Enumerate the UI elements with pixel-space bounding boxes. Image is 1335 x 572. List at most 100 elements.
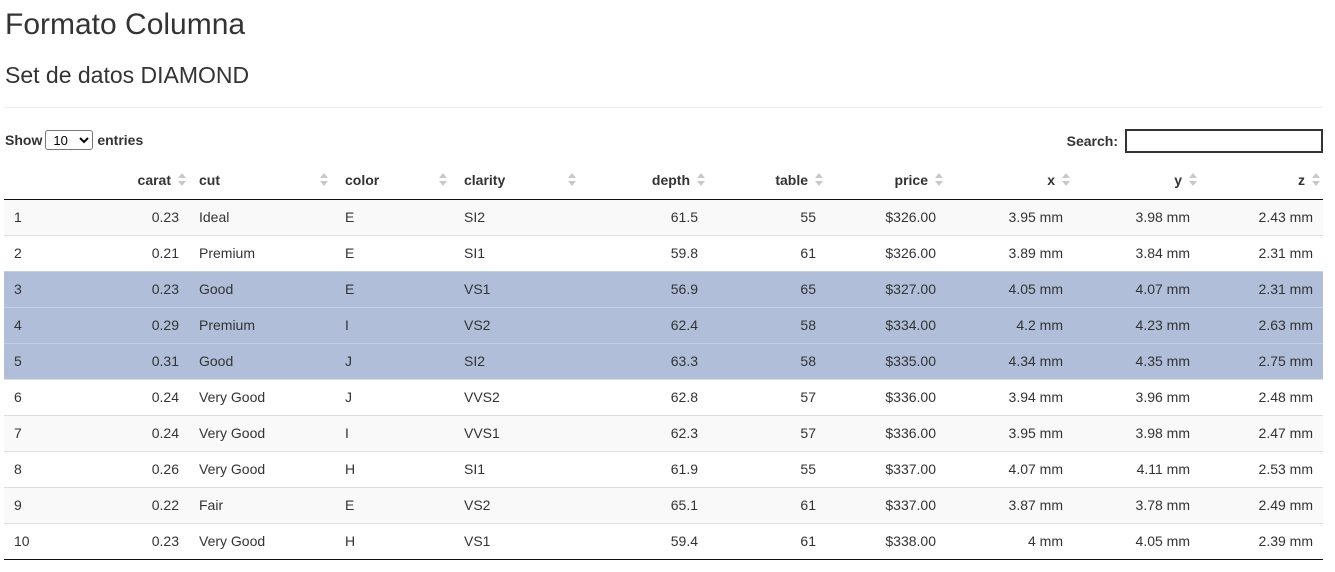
page-subtitle: Set de datos DIAMOND	[5, 62, 250, 88]
cell-carat: 0.23	[74, 270, 189, 307]
cell-table: 55	[708, 199, 826, 235]
table-row[interactable]: 4 0.29 Premium I VS2 62.4 58 $334.00 4.2 mm 4.23 …	[4, 306, 1323, 343]
column-header-x[interactable]: x	[946, 161, 1073, 200]
cell-clarity: VS2	[454, 306, 583, 343]
cell-clarity: SI2	[454, 199, 583, 235]
cell-y: 4.23 mm	[1073, 306, 1200, 343]
cell-z: 2.31 mm	[1200, 234, 1323, 271]
entries-label: entries	[97, 132, 144, 148]
cell-cut: Very Good	[189, 414, 335, 451]
cell-color: E	[335, 199, 454, 235]
cell-depth: 59.8	[583, 234, 708, 271]
column-header-clarity[interactable]: clarity	[454, 161, 583, 200]
cell-cut: Good	[189, 270, 335, 307]
column-header-carat[interactable]: carat	[74, 161, 189, 200]
column-header-index[interactable]	[4, 161, 74, 200]
cell-depth: 62.8	[583, 378, 708, 415]
table-row[interactable]: 7 0.24 Very Good I VVS1 62.3 57 $336.00 3.95 mm 3…	[4, 414, 1323, 451]
cell-y: 4.11 mm	[1073, 450, 1200, 487]
sort-icon	[697, 173, 705, 187]
cell-y: 4.35 mm	[1073, 342, 1200, 379]
cell-z: 2.48 mm	[1200, 378, 1323, 415]
cell-color: J	[335, 378, 454, 415]
cell-color: H	[335, 450, 454, 487]
cell-z: 2.49 mm	[1200, 486, 1323, 523]
cell-price: $327.00	[826, 270, 946, 307]
cell-carat: 0.23	[74, 522, 189, 560]
cell-color: E	[335, 270, 454, 307]
cell-id: 8	[4, 450, 74, 487]
sort-icon	[935, 173, 943, 187]
cell-price: $335.00	[826, 342, 946, 379]
cell-color: J	[335, 342, 454, 379]
search-label: Search:	[1066, 133, 1118, 149]
table-row[interactable]: 3 0.23 Good E VS1 56.9 65 $327.00 4.05 mm 4.07 mm…	[4, 270, 1323, 307]
cell-cut: Good	[189, 342, 335, 379]
cell-y: 3.98 mm	[1073, 199, 1200, 235]
cell-clarity: VVS1	[454, 414, 583, 451]
cell-id: 3	[4, 270, 74, 307]
cell-color: I	[335, 414, 454, 451]
cell-carat: 0.22	[74, 486, 189, 523]
cell-table: 57	[708, 378, 826, 415]
cell-table: 61	[708, 234, 826, 271]
column-header-y[interactable]: y	[1073, 161, 1200, 200]
column-header-depth[interactable]: depth	[583, 161, 708, 200]
table-row[interactable]: 2 0.21 Premium E SI1 59.8 61 $326.00 3.89 mm 3.84…	[4, 234, 1323, 271]
table-row[interactable]: 10 0.23 Very Good H VS1 59.4 61 $338.00 4 mm 4.05…	[4, 522, 1323, 560]
search-input[interactable]	[1125, 129, 1323, 153]
cell-price: $337.00	[826, 486, 946, 523]
cell-depth: 62.4	[583, 306, 708, 343]
column-header-z[interactable]: z	[1200, 161, 1323, 200]
table-header-row: carat cut color clarity depth table pric…	[4, 161, 1323, 200]
cell-clarity: SI1	[454, 450, 583, 487]
cell-clarity: VS1	[454, 522, 583, 560]
divider	[4, 107, 1323, 108]
cell-z: 2.43 mm	[1200, 199, 1323, 235]
table-row[interactable]: 5 0.31 Good J SI2 63.3 58 $335.00 4.34 mm 4.35 mm…	[4, 342, 1323, 379]
cell-x: 4.2 mm	[946, 306, 1073, 343]
cell-price: $326.00	[826, 234, 946, 271]
cell-id: 10	[4, 522, 74, 560]
cell-cut: Very Good	[189, 522, 335, 560]
cell-price: $334.00	[826, 306, 946, 343]
cell-cut: Very Good	[189, 378, 335, 415]
cell-table: 55	[708, 450, 826, 487]
cell-y: 3.84 mm	[1073, 234, 1200, 271]
table-row[interactable]: 6 0.24 Very Good J VVS2 62.8 57 $336.00 3.94 mm 3…	[4, 378, 1323, 415]
sort-icon	[1189, 173, 1197, 187]
cell-color: E	[335, 234, 454, 271]
cell-id: 9	[4, 486, 74, 523]
search-control: Search:	[1067, 129, 1323, 153]
cell-depth: 63.3	[583, 342, 708, 379]
cell-table: 58	[708, 342, 826, 379]
cell-x: 3.87 mm	[946, 486, 1073, 523]
cell-y: 4.07 mm	[1073, 270, 1200, 307]
page-title: Formato Columna	[5, 8, 246, 41]
cell-depth: 59.4	[583, 522, 708, 560]
cell-x: 4.05 mm	[946, 270, 1073, 307]
cell-price: $336.00	[826, 414, 946, 451]
cell-y: 3.78 mm	[1073, 486, 1200, 523]
cell-table: 65	[708, 270, 826, 307]
cell-clarity: VS1	[454, 270, 583, 307]
cell-z: 2.53 mm	[1200, 450, 1323, 487]
column-header-color[interactable]: color	[335, 161, 454, 200]
cell-cut: Ideal	[189, 199, 335, 235]
cell-cut: Very Good	[189, 450, 335, 487]
cell-z: 2.47 mm	[1200, 414, 1323, 451]
page-length-select[interactable]: 10	[45, 130, 94, 150]
cell-color: I	[335, 306, 454, 343]
table-row[interactable]: 8 0.26 Very Good H SI1 61.9 55 $337.00 4.07 mm 4.…	[4, 450, 1323, 487]
cell-table: 57	[708, 414, 826, 451]
cell-depth: 61.5	[583, 199, 708, 235]
column-header-table[interactable]: table	[708, 161, 826, 200]
table-row[interactable]: 9 0.22 Fair E VS2 65.1 61 $337.00 3.87 mm 3.78 mm…	[4, 486, 1323, 523]
data-table: carat cut color clarity depth table pric…	[4, 161, 1323, 560]
cell-price: $326.00	[826, 199, 946, 235]
sort-icon	[178, 173, 186, 187]
column-header-price[interactable]: price	[826, 161, 946, 200]
column-header-cut[interactable]: cut	[189, 161, 335, 200]
cell-cut: Premium	[189, 234, 335, 271]
table-row[interactable]: 1 0.23 Ideal E SI2 61.5 55 $326.00 3.95 mm 3.98 m…	[4, 199, 1323, 235]
